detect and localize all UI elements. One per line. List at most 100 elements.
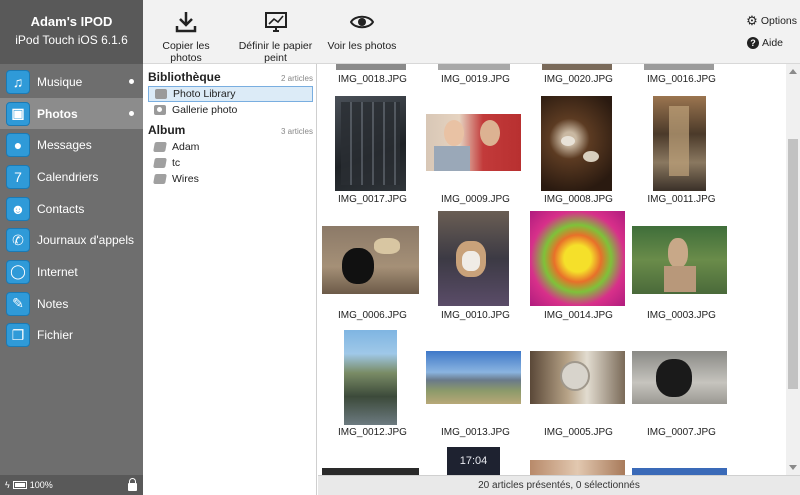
sidebar-item-label: Journaux d'appels (37, 233, 135, 248)
sync-dot (129, 79, 134, 84)
photo-thumbnail[interactable] (344, 330, 397, 425)
sidebar-item-contacts[interactable]: ☻ Contacts (0, 193, 143, 225)
album-count: 3 articles (280, 127, 313, 136)
photo-thumbnail[interactable] (632, 468, 727, 475)
wallpaper-icon (264, 12, 287, 32)
sidebar-item-messages[interactable]: ● Messages (0, 129, 143, 161)
sync-dot (129, 110, 134, 116)
photo-thumbnail[interactable] (644, 64, 714, 70)
photo-thumbnail[interactable] (438, 64, 510, 70)
sidebar-nav: ♫ Musique ▣ Photos ● Messages 7 Calendri… (0, 66, 143, 351)
sidebar-item-journaux[interactable]: ✆ Journaux d'appels (0, 224, 143, 256)
lockscreen-time: 17:04 (459, 455, 488, 467)
contacts-icon: ☻ (6, 196, 30, 221)
scrollbar-thumb[interactable] (788, 139, 798, 389)
album-item-label: Wires (172, 173, 199, 185)
scroll-down-arrow-icon[interactable] (789, 465, 797, 470)
photo-thumbnail[interactable] (438, 211, 509, 306)
battery-icon (12, 481, 27, 489)
photo-thumbnail[interactable] (530, 211, 625, 306)
sidebar-item-musique[interactable]: ♫ Musique (0, 66, 143, 98)
photo-caption: IMG_0009.JPG (441, 194, 510, 205)
photo-caption: IMG_0011.JPG (647, 194, 716, 205)
copy-photos-button[interactable]: Copier les photos (147, 10, 225, 64)
album-icon (153, 142, 167, 152)
device-header: Adam's IPOD iPod Touch iOS 6.1.6 (0, 0, 143, 64)
library-item-photo-library[interactable]: Photo Library (148, 86, 313, 102)
sidebar-item-label: Notes (37, 296, 69, 311)
view-photos-button[interactable]: Voir les photos (326, 10, 398, 52)
scroll-up-arrow-icon[interactable] (789, 69, 797, 74)
photo-thumbnail[interactable] (530, 460, 625, 475)
sidebar-item-calendriers[interactable]: 7 Calendriers (0, 161, 143, 193)
photo-thumbnail[interactable] (426, 351, 521, 404)
photo-thumbnail[interactable] (426, 114, 521, 171)
library-item-gallerie-photo[interactable]: Gallerie photo (148, 102, 313, 118)
library-title: Bibliothèque (148, 70, 221, 84)
photo-thumbnail[interactable] (542, 64, 612, 70)
lock-icon[interactable] (128, 478, 137, 491)
copy-photos-label: Copier les photos (162, 40, 210, 64)
battery-level: 100% (29, 480, 53, 490)
sidebar-item-fichier[interactable]: ❐ Fichier (0, 320, 143, 352)
sidebar-item-label: Contacts (37, 201, 85, 216)
device-model: iPod Touch iOS 6.1.6 (15, 33, 128, 47)
album-item-label: Adam (172, 141, 200, 153)
photo-caption: IMG_0006.JPG (338, 310, 407, 321)
grid-scrollbar[interactable] (786, 64, 800, 475)
photo-thumbnail[interactable] (530, 351, 625, 404)
status-bar: 20 articles présentés, 0 sélectionnés (318, 475, 800, 495)
notes-icon: ✎ (6, 291, 30, 316)
photo-thumbnail[interactable] (653, 96, 706, 191)
photo-thumbnail[interactable] (541, 96, 612, 191)
photo-thumbnail[interactable] (335, 96, 406, 191)
photo-caption: IMG_0014.JPG (544, 310, 613, 321)
photo-caption: IMG_0008.JPG (544, 194, 613, 205)
photo-library-icon (155, 89, 167, 99)
help-label: Aide (761, 37, 783, 49)
sidebar-item-photos[interactable]: ▣ Photos (0, 97, 143, 130)
photo-caption: IMG_0016.JPG (647, 74, 716, 85)
photo-caption: IMG_0020.JPG (544, 74, 613, 85)
eye-icon (350, 15, 374, 29)
device-name: Adam's IPOD (30, 14, 113, 29)
options-button[interactable]: ⚙ Options (746, 13, 797, 29)
photo-thumbnail[interactable] (322, 468, 419, 475)
set-wallpaper-label: Définir le papier peint (238, 40, 313, 64)
photo-grid: IMG_0018.JPG IMG_0019.JPG IMG_0020.JPG I… (318, 64, 786, 475)
sidebar-item-label: Internet (37, 264, 78, 279)
album-section-header: Album 3 articles (148, 123, 313, 137)
help-button[interactable]: ? Aide (746, 37, 783, 49)
sidebar-item-notes[interactable]: ✎ Notes (0, 288, 143, 320)
album-item-label: tc (172, 157, 181, 169)
photo-caption: IMG_0007.JPG (647, 427, 716, 438)
photo-thumbnail[interactable] (322, 226, 419, 294)
photo-thumbnail[interactable] (632, 226, 727, 294)
photo-thumbnail[interactable] (632, 351, 727, 404)
photo-caption: IMG_0010.JPG (441, 310, 510, 321)
view-photos-label: Voir les photos (327, 40, 397, 52)
album-icon (153, 174, 167, 184)
charging-icon: ϟ (5, 480, 10, 490)
album-item-tc[interactable]: tc (148, 155, 313, 171)
music-icon: ♫ (6, 69, 30, 94)
photo-thumbnail[interactable] (336, 64, 406, 70)
album-item-wires[interactable]: Wires (148, 171, 313, 187)
camera-icon (154, 105, 166, 115)
photo-caption: IMG_0017.JPG (338, 194, 407, 205)
sidebar-item-label: Calendriers (37, 169, 99, 184)
photo-thumbnail[interactable]: 17:04 (447, 447, 500, 475)
set-wallpaper-button[interactable]: Définir le papier peint (229, 10, 322, 64)
options-label: Options (760, 15, 797, 27)
internet-icon: ◯ (6, 259, 30, 284)
sidebar-item-internet[interactable]: ◯ Internet (0, 256, 143, 288)
album-item-adam[interactable]: Adam (148, 139, 313, 155)
library-panel: Bibliothèque 2 articles Photo Library Ga… (143, 64, 317, 495)
library-item-label: Photo Library (173, 88, 236, 100)
calendar-icon: 7 (6, 164, 30, 189)
sidebar-item-label: Photos (37, 106, 78, 121)
library-section-header: Bibliothèque 2 articles (148, 70, 313, 84)
sidebar-item-label: Musique (37, 74, 83, 89)
device-status-bar: ϟ 100% (0, 475, 143, 495)
album-icon (153, 158, 167, 168)
